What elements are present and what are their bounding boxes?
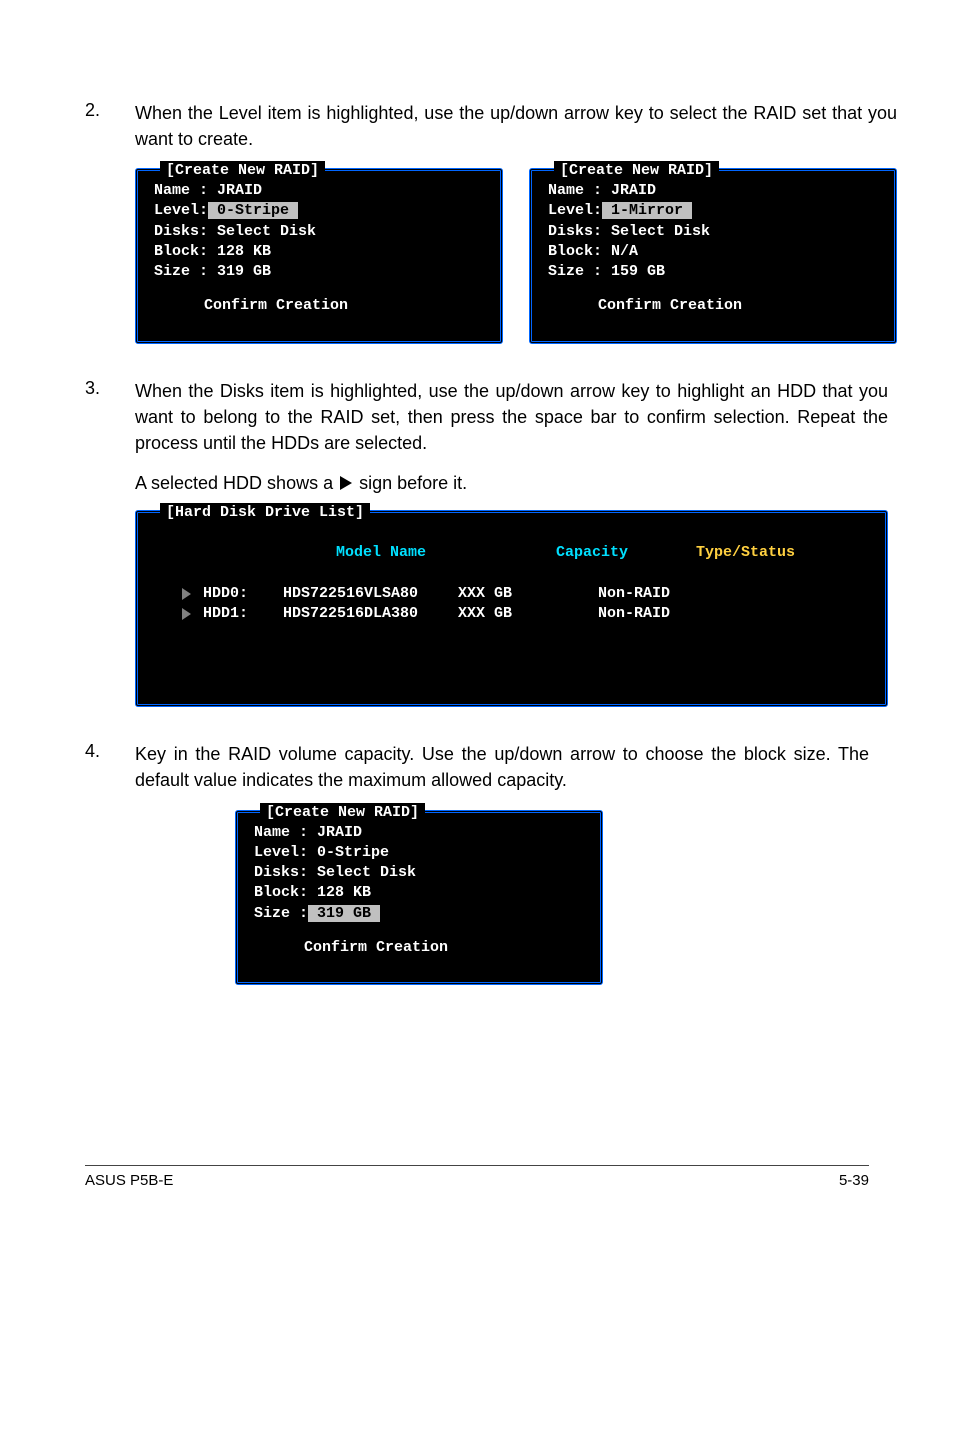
field-disks: Disks: Select Disk — [154, 222, 484, 242]
drive-row[interactable]: HDD0:HDS722516VLSA80XXX GBNon-RAID — [154, 584, 869, 604]
step-2: 2. When the Level item is highlighted, u… — [85, 100, 869, 344]
step-number: 2. — [85, 100, 135, 344]
header-model: Model Name — [336, 543, 556, 563]
selected-icon — [182, 588, 191, 600]
field-block: Block: 128 KB — [154, 242, 484, 262]
header-type: Type/Status — [696, 543, 795, 563]
size-value-highlighted[interactable]: 319 GB — [308, 905, 380, 922]
field-level: Level: 0-Stripe — [154, 201, 484, 221]
create-raid-panel-mirror: [Create New RAID] Name : JRAID Level: 1-… — [529, 168, 897, 344]
triangle-icon — [340, 476, 352, 490]
field-name: Name : JRAID — [254, 823, 584, 843]
create-raid-panel-stripe: [Create New RAID] Name : JRAID Level: 0-… — [135, 168, 503, 344]
field-name: Name : JRAID — [154, 181, 484, 201]
confirm-creation[interactable]: Confirm Creation — [254, 938, 584, 958]
panel-title: [Create New RAID] — [554, 161, 719, 181]
terminal-row: [Create New RAID] Name : JRAID Level: 0-… — [135, 168, 897, 344]
confirm-creation[interactable]: Confirm Creation — [548, 296, 878, 316]
step-text: Key in the RAID volume capacity. Use the… — [135, 741, 869, 793]
step-number: 4. — [85, 741, 135, 985]
field-size: Size : 319 GB — [154, 262, 484, 282]
field-size: Size : 159 GB — [548, 262, 878, 282]
header-capacity: Capacity — [556, 543, 696, 563]
field-block: Block: N/A — [548, 242, 878, 262]
field-disks: Disks: Select Disk — [254, 863, 584, 883]
panel-title: [Create New RAID] — [260, 803, 425, 823]
step-number: 3. — [85, 378, 135, 708]
step-text: When the Disks item is highlighted, use … — [135, 378, 888, 456]
selected-icon — [182, 608, 191, 620]
step-subtext: A selected HDD shows a sign before it. — [135, 470, 888, 496]
level-value-highlighted[interactable]: 1-Mirror — [602, 202, 692, 219]
field-name: Name : JRAID — [548, 181, 878, 201]
create-raid-panel-size: [Create New RAID] Name : JRAID Level: 0-… — [235, 810, 603, 986]
drive-row[interactable]: HDD1:HDS722516DLA380XXX GBNon-RAID — [154, 604, 869, 624]
panel-title: [Create New RAID] — [160, 161, 325, 181]
step-3: 3. When the Disks item is highlighted, u… — [85, 378, 869, 708]
step-4: 4. Key in the RAID volume capacity. Use … — [85, 741, 869, 985]
field-disks: Disks: Select Disk — [548, 222, 878, 242]
level-value-highlighted[interactable]: 0-Stripe — [208, 202, 298, 219]
field-level: Level: 0-Stripe — [254, 843, 584, 863]
confirm-creation[interactable]: Confirm Creation — [154, 296, 484, 316]
field-size: Size : 319 GB — [254, 904, 584, 924]
drive-list-header: Model NameCapacityType/Status — [154, 523, 869, 584]
page-footer: ASUS P5B-E 5-39 — [85, 1165, 869, 1189]
step-text: When the Level item is highlighted, use … — [135, 100, 897, 152]
field-level: Level: 1-Mirror — [548, 201, 878, 221]
footer-right: 5-39 — [839, 1172, 869, 1189]
hard-disk-drive-list-panel: [Hard Disk Drive List] Model NameCapacit… — [135, 510, 888, 707]
panel-title: [Hard Disk Drive List] — [160, 503, 370, 523]
footer-left: ASUS P5B-E — [85, 1172, 173, 1189]
field-block: Block: 128 KB — [254, 883, 584, 903]
